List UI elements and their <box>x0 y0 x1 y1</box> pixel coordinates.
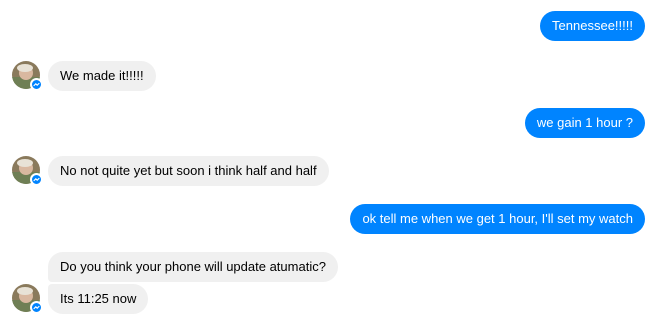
contact-avatar[interactable] <box>12 284 43 314</box>
contact-avatar[interactable] <box>12 61 43 91</box>
messenger-icon <box>30 78 43 91</box>
message-bubble-outgoing[interactable]: we gain 1 hour ? <box>524 108 645 138</box>
message-bubble-incoming[interactable]: We made it!!!!! <box>48 61 156 91</box>
message-bubble-outgoing[interactable]: Tennessee!!!!! <box>540 11 645 41</box>
message-bubble-outgoing[interactable]: ok tell me when we get 1 hour, I'll set … <box>350 204 645 234</box>
messenger-icon <box>30 173 43 186</box>
contact-avatar[interactable] <box>12 156 43 186</box>
messenger-icon <box>30 301 43 314</box>
message-bubble-incoming[interactable]: Do you think your phone will update atum… <box>48 252 338 282</box>
message-bubble-incoming[interactable]: Its 11:25 now <box>48 284 149 314</box>
message-bubble-incoming[interactable]: No not quite yet but soon i think half a… <box>48 156 329 186</box>
